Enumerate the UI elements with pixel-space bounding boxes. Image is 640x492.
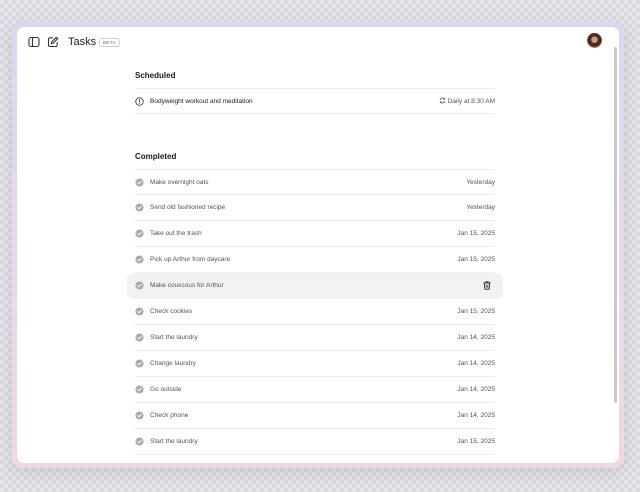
task-label: Start the laundry xyxy=(150,334,198,341)
completed-task-row[interactable]: Check cookies Jan 15, 2025 xyxy=(135,299,495,325)
completed-task-row[interactable]: Start the laundry Jan 15, 2025 xyxy=(135,429,495,455)
task-date: Jan 14, 2025 xyxy=(457,386,495,393)
task-label: Make overnight oats xyxy=(150,179,209,186)
check-circle-icon[interactable] xyxy=(135,255,144,264)
scheduled-heading: Scheduled xyxy=(135,71,176,80)
repeat-icon xyxy=(439,97,445,104)
compose-icon[interactable] xyxy=(47,36,59,48)
task-date: Yesterday xyxy=(466,204,495,211)
task-label: Check cookies xyxy=(150,308,193,315)
completed-task-row[interactable]: Go outside Jan 14, 2025 xyxy=(135,377,495,403)
task-label: Make couscous for Arthur xyxy=(150,282,224,289)
tasks-window: Tasks BETA Scheduled Bodyweight workout … xyxy=(17,27,619,463)
check-circle-icon[interactable] xyxy=(135,203,144,212)
completed-task-row[interactable]: Make overnight oats Yesterday xyxy=(135,169,495,195)
check-circle-icon[interactable] xyxy=(135,411,144,420)
trash-icon[interactable] xyxy=(483,281,491,290)
task-date: Jan 14, 2025 xyxy=(457,360,495,367)
task-label: Start the laundry xyxy=(150,438,198,445)
check-circle-icon[interactable] xyxy=(135,333,144,342)
scheduled-task-row[interactable]: Bodyweight workout and meditation Daily … xyxy=(135,88,495,114)
task-label: Check phone xyxy=(150,412,189,419)
scheduled-task-label: Bodyweight workout and meditation xyxy=(150,98,253,105)
task-date: Jan 15, 2025 xyxy=(457,438,495,445)
check-circle-icon[interactable] xyxy=(135,178,144,187)
task-date: Jan 15, 2025 xyxy=(457,256,495,263)
task-date: Jan 14, 2025 xyxy=(457,412,495,419)
beta-badge: BETA xyxy=(99,38,121,47)
task-label: Pick up Arthur from daycare xyxy=(150,256,231,263)
scheduled-task-time: Daily at 8:30 AM xyxy=(447,98,495,105)
task-label: Go outside xyxy=(150,386,182,393)
task-date: Jan 15, 2025 xyxy=(457,308,495,315)
user-avatar[interactable] xyxy=(587,33,602,48)
completed-task-row[interactable]: Change laundry Jan 14, 2025 xyxy=(135,351,495,377)
completed-task-row[interactable]: Take out the trash Jan 15, 2025 xyxy=(135,221,495,247)
completed-heading: Completed xyxy=(135,152,177,161)
completed-task-row[interactable]: Check phone Jan 14, 2025 xyxy=(135,403,495,429)
task-date: Yesterday xyxy=(466,179,495,186)
task-date: Jan 15, 2025 xyxy=(457,230,495,237)
check-circle-icon[interactable] xyxy=(135,307,144,316)
task-label: Change laundry xyxy=(150,360,196,367)
completed-task-row[interactable]: Send old fashioned recipe Yesterday xyxy=(135,195,495,221)
task-label: Take out the trash xyxy=(150,230,202,237)
completed-task-row-hovered[interactable]: Make couscous for Arthur xyxy=(127,273,503,299)
completed-task-row[interactable]: Start the laundry Jan 14, 2025 xyxy=(135,325,495,351)
completed-task-row[interactable]: Pick up Arthur from daycare Jan 15, 2025 xyxy=(135,247,495,273)
check-circle-icon[interactable] xyxy=(135,385,144,394)
task-date: Jan 14, 2025 xyxy=(457,334,495,341)
top-bar: Tasks BETA xyxy=(17,27,619,57)
check-circle-icon[interactable] xyxy=(135,229,144,238)
check-circle-icon[interactable] xyxy=(135,281,144,290)
sidebar-toggle-icon[interactable] xyxy=(28,36,40,48)
page-title: Tasks xyxy=(68,36,97,48)
scheduled-task-recurrence: Daily at 8:30 AM xyxy=(439,97,495,106)
task-label: Send old fashioned recipe xyxy=(150,204,226,211)
scrollbar[interactable] xyxy=(614,47,617,403)
check-circle-icon[interactable] xyxy=(135,359,144,368)
clock-alert-icon xyxy=(135,97,144,106)
check-circle-icon[interactable] xyxy=(135,437,144,446)
